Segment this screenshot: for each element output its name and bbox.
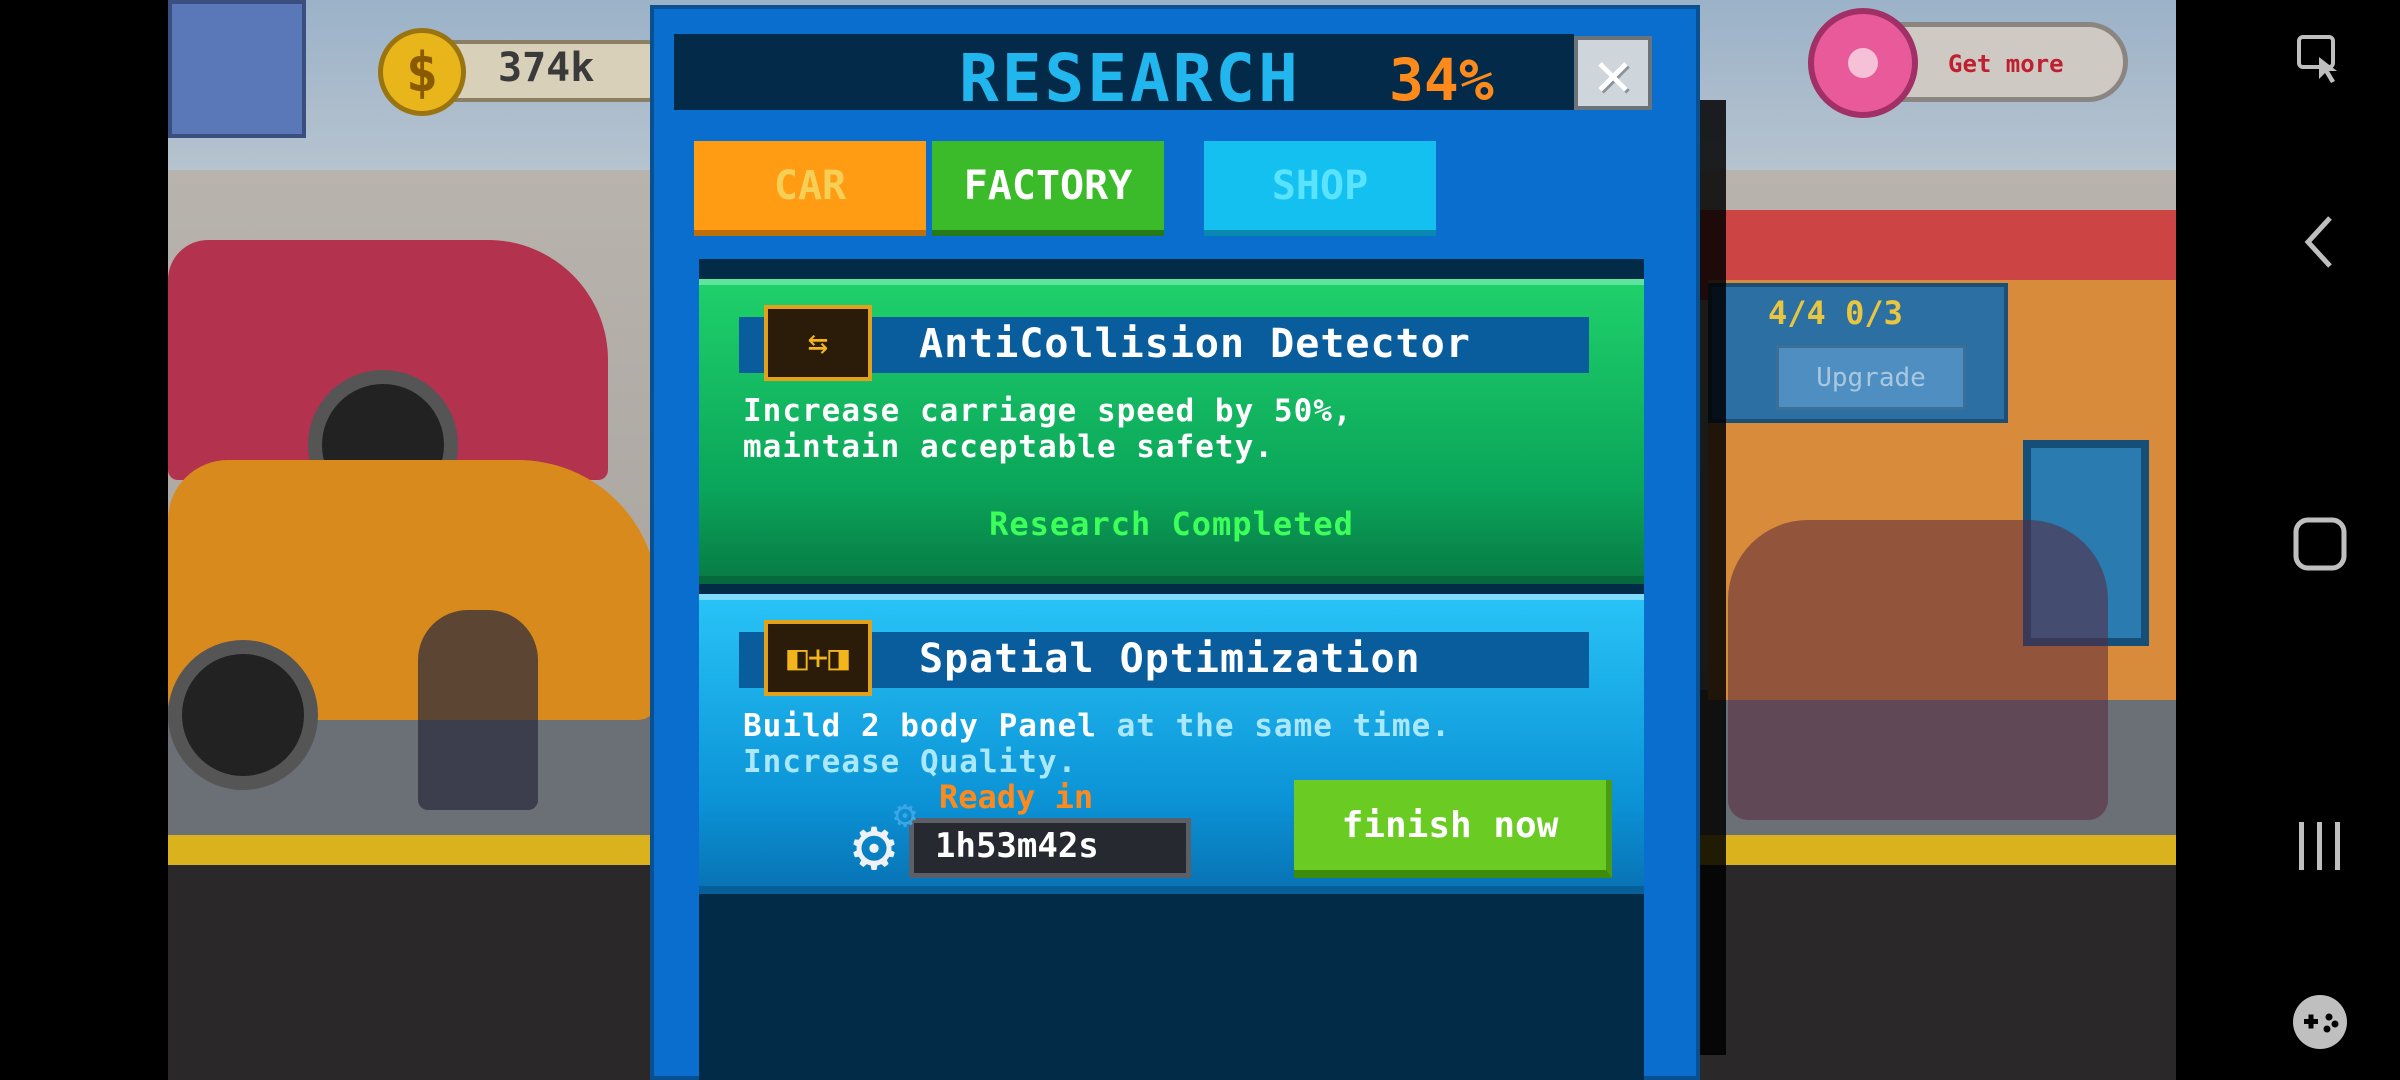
scene-worker [418,610,538,810]
home-icon[interactable] [2290,514,2350,574]
research-title: RESEARCH [959,40,1301,117]
card-title: AntiCollision Detector [919,321,1471,367]
recent-apps-icon[interactable] [2290,816,2350,876]
card-description-line: Increase Quality. [743,744,1078,780]
card-description-text: at the same time. [1096,708,1451,744]
scene-customers [1728,520,2108,820]
coin-icon: $ [378,28,466,116]
donut-icon [1808,8,1918,118]
avatar[interactable] [168,0,306,138]
research-percent: 34% [1389,46,1494,114]
get-more-label: Get more [1948,50,2064,78]
garage-upgrade-button[interactable]: Upgrade [1776,345,1966,410]
system-navigation-bar [2176,0,2400,1080]
research-card-spatial[interactable]: ◧+◨ Spatial Optimization Build 2 body Pa… [699,594,1644,894]
small-gear-icon: ⚙ [893,792,917,836]
back-icon[interactable] [2290,212,2350,272]
card-title: Spatial Optimization [919,636,1421,682]
card-description-highlight: Build 2 body Panel [743,708,1097,744]
panel-shadow [1698,100,1726,1055]
research-card-anticollision[interactable]: ⇆ AntiCollision Detector Increase carria… [699,279,1644,584]
coin-amount: 374k [498,45,595,91]
close-button[interactable]: ✕ [1574,36,1652,110]
finish-now-button[interactable]: finish now [1294,780,1612,878]
tab-factory[interactable]: FACTORY [932,141,1164,236]
garage-stats: 4/4 0/3 [1768,294,1903,332]
scene-wheel [168,640,318,790]
spatial-optimization-icon: ◧+◨ [764,620,872,696]
close-icon: ✕ [1594,36,1632,110]
game-tools-icon[interactable] [2290,992,2350,1052]
research-status: Research Completed [989,505,1354,543]
ready-in-label: Ready in [939,778,1094,816]
research-timer: 1h53m42s [935,826,1099,866]
collision-detector-icon: ⇆ [764,305,872,381]
research-titlebar: RESEARCH 34% [674,34,1574,117]
card-description-line: Increase carriage speed by 50%, [743,393,1353,429]
card-description: Build 2 body Panel at the same time. Inc… [743,708,1603,780]
tab-car[interactable]: CAR [694,141,926,236]
card-description: Increase carriage speed by 50%, maintain… [743,393,1603,465]
research-dialog: RESEARCH 34% ✕ CAR FACTORY SHOP ⇆ AntiCo… [650,5,1700,1080]
screenshot-touch-icon[interactable] [2290,30,2350,90]
game-viewport: $ 374k Get more 4/4 0/3 Upgrade RESEARCH… [168,0,2176,1080]
tab-shop[interactable]: SHOP [1204,141,1436,236]
card-description-line: maintain acceptable safety. [743,429,1274,465]
